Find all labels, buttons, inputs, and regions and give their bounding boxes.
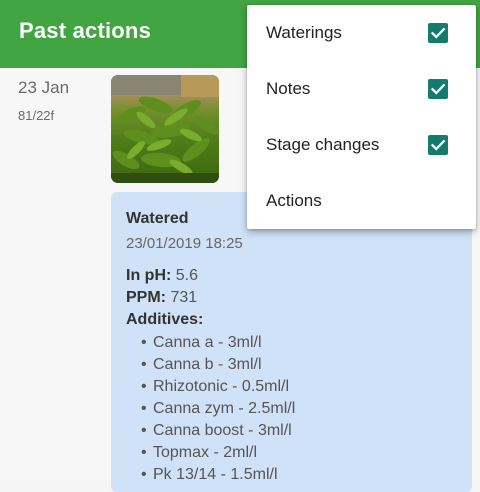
additives-header: Additives: xyxy=(126,311,203,329)
ph-row: In pH: 5.6 xyxy=(126,267,198,285)
additives-label: Additives: xyxy=(126,311,204,328)
notes-checkbox[interactable] xyxy=(428,79,448,99)
additive-item: • Canna boost - 3ml/l xyxy=(141,422,292,439)
ppm-value: 731 xyxy=(170,289,198,306)
additive-item: • Pk 13/14 - 1.5ml/l xyxy=(141,466,278,483)
watering-card[interactable]: Watered 23/01/2019 18:25 In pH: 5.6 PPM:… xyxy=(111,192,472,492)
menu-item-label: Notes xyxy=(266,79,311,98)
entry-day-count: 81/22f xyxy=(18,108,55,123)
plant-photo-image xyxy=(111,75,219,183)
card-title: Watered xyxy=(126,210,189,227)
additive-item: • Rhizotonic - 0.5ml/l xyxy=(141,378,290,395)
card-timestamp: 23/01/2019 18:25 xyxy=(126,235,243,252)
ppm-label: PPM: xyxy=(126,289,166,306)
menu-item-label: Actions xyxy=(266,191,322,210)
checkmark-icon xyxy=(430,83,446,95)
menu-item-label: Waterings xyxy=(266,23,342,42)
plant-photo-thumbnail[interactable] xyxy=(111,75,219,183)
menu-item-actions[interactable]: Actions xyxy=(247,173,476,229)
menu-item-stage-changes[interactable]: Stage changes xyxy=(247,117,476,173)
ph-label: In pH: xyxy=(126,267,172,284)
menu-item-waterings[interactable]: Waterings xyxy=(247,5,476,61)
menu-item-notes[interactable]: Notes xyxy=(247,61,476,117)
waterings-checkbox[interactable] xyxy=(428,23,448,43)
additive-item: • Canna a - 3ml/l xyxy=(141,334,262,351)
page-title: Past actions xyxy=(19,18,152,43)
entry-date-column: 23 Jan 81/22f xyxy=(18,78,69,123)
additive-item: • Canna b - 3ml/l xyxy=(141,356,262,373)
filter-menu: Waterings Notes Stage changes Actions xyxy=(247,5,476,229)
checkmark-icon xyxy=(430,139,446,151)
ph-value: 5.6 xyxy=(175,267,199,284)
additives-list: • Canna a - 3ml/l • Canna b - 3ml/l • Rhizo… xyxy=(141,332,295,486)
entry-date: 23 Jan xyxy=(18,78,70,97)
ppm-row: PPM: 731 xyxy=(126,289,197,307)
stage-changes-checkbox[interactable] xyxy=(428,135,448,155)
additive-item: • Canna zym - 2.5ml/l xyxy=(141,400,296,417)
menu-item-label: Stage changes xyxy=(266,135,380,154)
checkmark-icon xyxy=(430,27,446,39)
additive-item: • Topmax - 2ml/l xyxy=(141,444,258,461)
